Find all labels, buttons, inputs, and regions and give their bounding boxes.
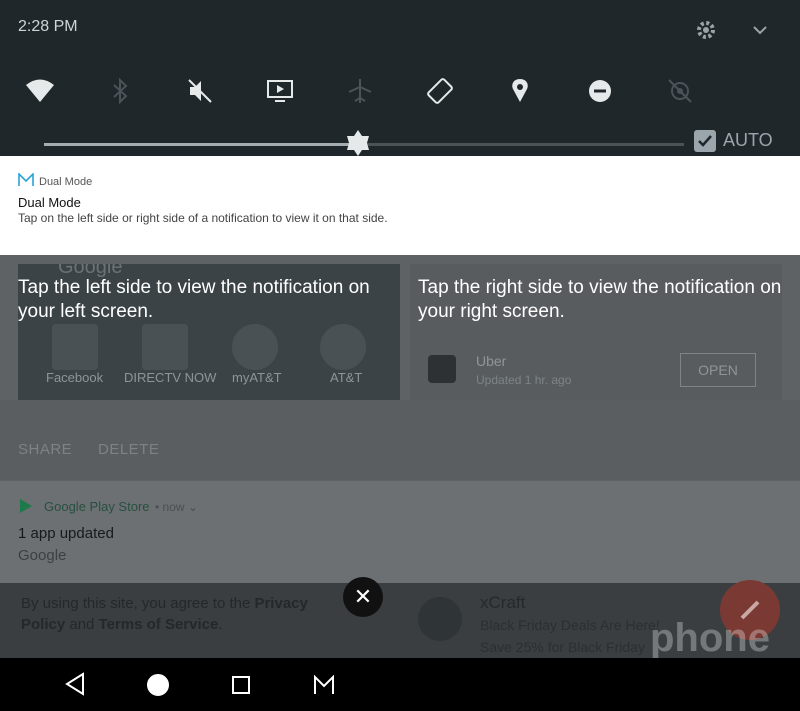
chevron-down-icon[interactable] <box>750 20 770 40</box>
directv-now-icon <box>142 324 188 370</box>
play-store-title: 1 app updated <box>18 525 114 542</box>
navigation-bar <box>0 658 800 711</box>
privacy-text-and: and <box>65 616 99 633</box>
do-not-disturb-icon[interactable] <box>585 76 615 106</box>
brightness-fill <box>44 143 358 146</box>
gear-icon[interactable] <box>694 18 718 42</box>
cast-icon[interactable] <box>265 76 295 106</box>
notification-text: Tap on the left side or right side of a … <box>18 211 388 225</box>
play-store-notification[interactable] <box>0 481 800 583</box>
play-store-subtitle: Google <box>18 547 67 564</box>
home-icon[interactable] <box>145 672 171 698</box>
xcraft-title: xCraft <box>480 593 526 612</box>
open-button[interactable]: OPEN <box>680 353 756 387</box>
app-label-myatt: myAT&T <box>232 370 282 385</box>
check-icon <box>698 135 712 147</box>
brightness-thumb-icon[interactable] <box>344 129 372 157</box>
dual-mode-icon[interactable] <box>313 675 335 695</box>
auto-brightness-checkbox[interactable] <box>694 130 716 152</box>
att-icon <box>320 324 366 370</box>
bluetooth-icon[interactable] <box>105 76 135 106</box>
myatt-icon <box>232 324 278 370</box>
uber-subtitle: Updated 1 hr. ago <box>476 373 572 387</box>
app-label-facebook: Facebook <box>46 370 104 385</box>
notification-app-name: Dual Mode <box>39 176 93 188</box>
privacy-notice: By using this site, you agree to the Pri… <box>21 593 341 635</box>
delete-button[interactable]: DELETE <box>98 441 159 458</box>
uber-title: Uber <box>476 353 507 369</box>
hotspot-icon[interactable] <box>665 76 695 106</box>
xcraft-line-1: Black Friday Deals Are Here! <box>480 617 660 633</box>
play-store-app-name: Google Play Store <box>44 499 150 514</box>
dual-mode-notification[interactable]: Dual Mode Dual Mode Tap on the left side… <box>0 156 800 255</box>
right-side-hint: Tap the right side to view the notificat… <box>418 277 782 322</box>
xcraft-avatar <box>418 597 462 641</box>
share-button[interactable]: SHARE <box>18 441 72 458</box>
app-label-att: AT&T <box>330 370 363 385</box>
xcraft-line-2: Save 25% for Black Friday <box>480 639 645 655</box>
recents-icon[interactable] <box>231 675 251 695</box>
auto-brightness-label: AUTO <box>723 130 773 150</box>
facebook-icon <box>52 324 98 370</box>
play-store-time: • now ⌄ <box>155 500 198 514</box>
play-store-icon <box>20 499 32 513</box>
app-label-directv: DIRECTV NOW <box>124 370 217 385</box>
uber-icon <box>428 355 456 383</box>
airplane-icon[interactable] <box>345 76 375 106</box>
dual-mode-logo-icon <box>18 173 34 186</box>
close-icon[interactable]: ✕ <box>343 577 383 617</box>
notification-actions <box>0 400 800 480</box>
location-icon[interactable] <box>505 76 535 106</box>
status-time: 2:28 PM <box>18 18 78 35</box>
back-icon[interactable] <box>64 672 86 696</box>
notification-title: Dual Mode <box>18 195 81 210</box>
privacy-text-period: . <box>218 616 223 633</box>
mute-icon[interactable] <box>185 76 215 106</box>
terms-link[interactable]: Terms of Service <box>99 616 219 633</box>
left-side-hint: Tap the left side to view the notificati… <box>18 277 370 322</box>
rotate-icon[interactable] <box>425 76 455 106</box>
privacy-text-pre: By using this site, you agree to the <box>21 595 255 612</box>
wifi-icon[interactable] <box>25 76 55 106</box>
night-light-icon[interactable] <box>745 76 775 106</box>
